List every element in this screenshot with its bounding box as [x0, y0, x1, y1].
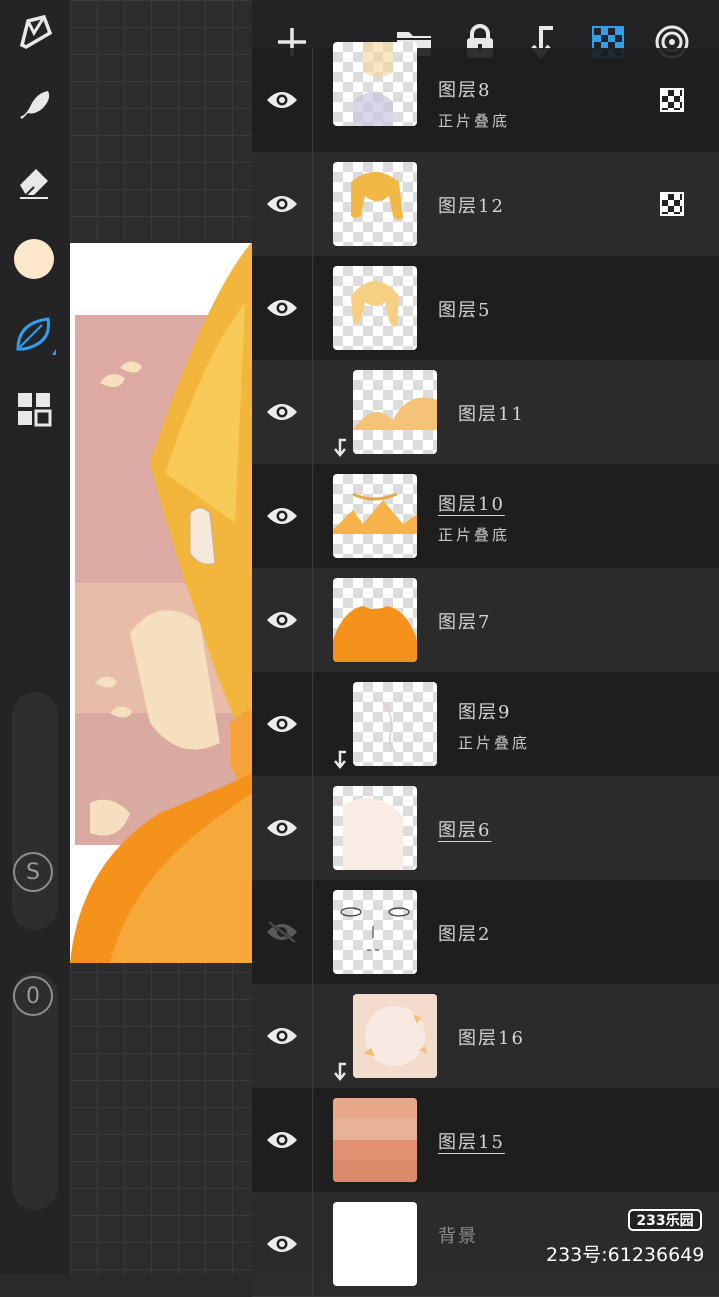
row-divider — [312, 672, 313, 776]
opacity-badge: S — [13, 852, 53, 892]
layer-thumbnail[interactable] — [333, 266, 417, 350]
layer-row[interactable]: 图层11 — [252, 360, 719, 465]
layer-thumbnail[interactable] — [353, 682, 437, 766]
layer-thumbnail[interactable] — [333, 1202, 417, 1286]
alpha-lock-icon — [660, 192, 684, 216]
layer-blend-mode[interactable]: 正片叠底 — [438, 110, 510, 131]
layer-row[interactable]: 图层10 正片叠底 — [252, 464, 719, 569]
watermark-logo: 233乐园 — [628, 1209, 702, 1231]
artwork-canvas[interactable] — [70, 243, 252, 963]
layer-row[interactable]: 图层15 — [252, 1088, 719, 1193]
layer-row[interactable]: 图层12 — [252, 152, 719, 257]
row-divider — [312, 152, 313, 256]
size-badge: 0 — [13, 976, 53, 1016]
leaf-brush-icon[interactable] — [11, 310, 57, 356]
row-divider — [312, 1192, 313, 1296]
layer-name: 图层11 — [458, 404, 525, 425]
layer-name: 图层12 — [438, 196, 505, 217]
eraser-tool-icon[interactable] — [11, 158, 57, 204]
color-swatch-icon[interactable] — [11, 236, 57, 282]
brush-tool-icon[interactable] — [11, 8, 57, 54]
layer-thumbnail[interactable] — [353, 370, 437, 454]
layer-thumbnail[interactable] — [333, 1098, 417, 1182]
layer-row[interactable]: 图层8 正片叠底 — [252, 42, 719, 153]
clipping-mask-icon — [332, 1062, 350, 1082]
layer-thumbnail[interactable] — [333, 474, 417, 558]
layer-name: 图层10 — [438, 494, 505, 515]
layer-row[interactable]: 图层7 — [252, 568, 719, 673]
layer-name: 图层2 — [438, 924, 492, 945]
layer-thumbnail[interactable] — [353, 994, 437, 1078]
eye-icon[interactable] — [262, 83, 302, 117]
eye-icon[interactable] — [262, 291, 302, 325]
eye-icon[interactable] — [262, 707, 302, 741]
row-divider — [312, 256, 313, 360]
row-divider — [312, 984, 313, 1088]
layer-name: 背景 — [438, 1226, 478, 1247]
layer-thumbnail[interactable] — [333, 162, 417, 246]
layer-blend-mode[interactable]: 正片叠底 — [458, 732, 530, 753]
layer-thumbnail[interactable] — [333, 786, 417, 870]
row-divider — [312, 880, 313, 984]
alpha-lock-icon — [660, 88, 684, 112]
layer-blend-mode[interactable]: 正片叠底 — [438, 524, 510, 545]
eye-icon[interactable] — [262, 1123, 302, 1157]
row-divider — [312, 568, 313, 672]
clipping-mask-icon — [332, 438, 350, 458]
layer-thumbnail[interactable] — [333, 42, 417, 126]
layer-panel: 图层8 正片叠底 图层12 图层5 图层11 图层10 正片叠底 图层7 图层9 正片叠底 图层6 图… — [252, 0, 719, 1297]
layer-name: 图层9 — [458, 702, 512, 723]
layer-name: 图层5 — [438, 300, 492, 321]
row-divider — [312, 1088, 313, 1192]
row-divider — [312, 48, 313, 152]
eye-icon[interactable] — [262, 187, 302, 221]
gallery-grid-icon[interactable] — [11, 386, 57, 432]
layer-row[interactable]: 图层6 — [252, 776, 719, 881]
eye-icon[interactable] — [262, 1019, 302, 1053]
eye-icon[interactable] — [262, 811, 302, 845]
row-divider — [312, 360, 313, 464]
eye-icon[interactable] — [262, 395, 302, 429]
layer-name: 图层6 — [438, 820, 492, 841]
layer-row[interactable]: 图层16 — [252, 984, 719, 1089]
layer-name: 图层16 — [458, 1028, 525, 1049]
clipping-mask-icon — [332, 750, 350, 770]
eye-icon[interactable] — [262, 1227, 302, 1261]
eye-icon[interactable] — [262, 603, 302, 637]
watermark-logo-text: 233乐园 — [636, 1213, 694, 1229]
layer-row[interactable]: 图层9 正片叠底 — [252, 672, 719, 777]
watermark-id: 233号:61236649 — [546, 1244, 705, 1266]
layer-thumbnail[interactable] — [333, 578, 417, 662]
eye-icon[interactable] — [262, 499, 302, 533]
artwork-illustration — [70, 243, 252, 963]
layer-name: 图层7 — [438, 612, 492, 633]
row-divider — [312, 776, 313, 880]
opacity-slider[interactable] — [12, 692, 58, 930]
smudge-tool-icon[interactable] — [11, 80, 57, 126]
eye-hidden-icon[interactable] — [262, 915, 302, 949]
layer-row[interactable]: 图层5 — [252, 256, 719, 361]
layer-row[interactable]: 图层2 — [252, 880, 719, 985]
size-label: 0 — [26, 983, 40, 1009]
left-toolbar: S 0 — [0, 0, 70, 1274]
row-divider — [312, 464, 313, 568]
layer-name: 图层8 — [438, 80, 492, 101]
layer-thumbnail[interactable] — [333, 890, 417, 974]
layer-name: 图层15 — [438, 1132, 505, 1153]
opacity-label: S — [26, 859, 40, 885]
